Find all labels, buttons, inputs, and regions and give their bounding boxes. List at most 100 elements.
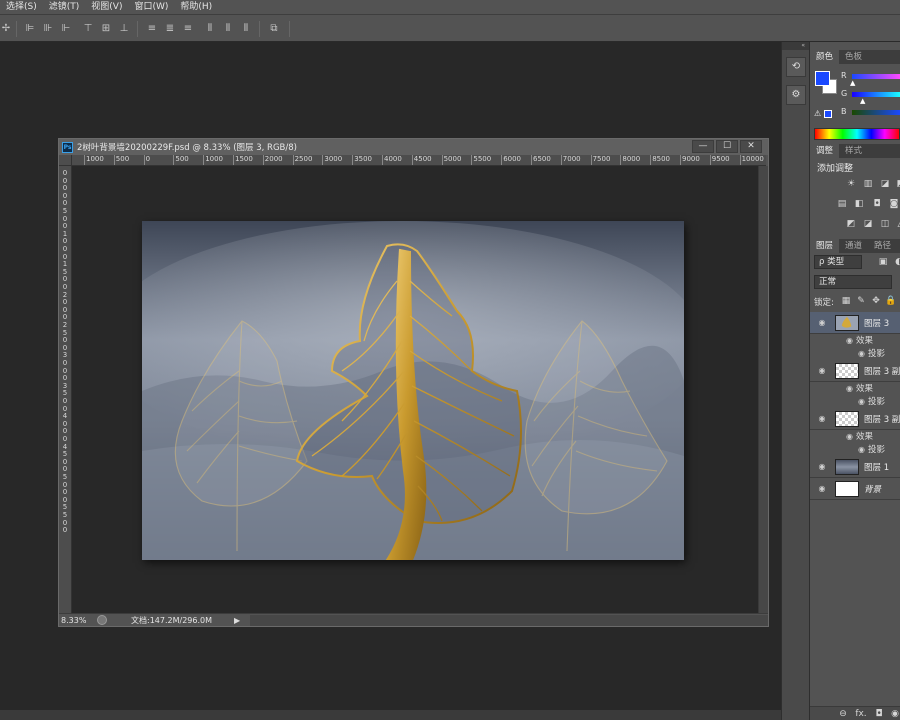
- exposure-icon[interactable]: ◩: [894, 178, 900, 190]
- add-mask-icon[interactable]: ◘: [872, 708, 886, 720]
- levels-icon[interactable]: ▥: [861, 178, 875, 190]
- effects-row[interactable]: ◉ 效果: [810, 334, 900, 347]
- canvas-area[interactable]: [72, 166, 758, 614]
- gamut-warning-icon[interactable]: ⚠: [814, 109, 821, 118]
- artwork-image[interactable]: [142, 221, 684, 560]
- vertical-ruler[interactable]: 0000050010001500200025003000350040004500…: [59, 166, 72, 614]
- history-icon[interactable]: ⟲: [786, 57, 806, 77]
- green-slider-thumb[interactable]: ▲: [860, 98, 865, 105]
- align-right-icon[interactable]: ⊩: [60, 23, 72, 34]
- layer-row[interactable]: ◉ 图层 3 副: [810, 408, 900, 430]
- move-tool-icon[interactable]: ✢: [0, 23, 12, 34]
- brightness-icon[interactable]: ☀: [844, 178, 858, 190]
- menu-filter[interactable]: 滤镜(T): [43, 0, 86, 14]
- drop-shadow-row[interactable]: ◉ 投影: [810, 395, 900, 408]
- ruler-origin[interactable]: [59, 155, 72, 166]
- vertical-scrollbar[interactable]: [758, 166, 768, 614]
- distribute-vcenter-icon[interactable]: ≣: [164, 23, 176, 34]
- minimize-button[interactable]: —: [692, 140, 714, 153]
- zoom-level-field[interactable]: 8.33%: [61, 615, 91, 626]
- invert-icon[interactable]: ◩: [844, 218, 858, 230]
- distribute-top-icon[interactable]: ≡: [146, 23, 158, 34]
- auto-align-icon[interactable]: ⧉: [268, 23, 280, 34]
- filter-adjust-icon[interactable]: ◐: [892, 256, 900, 268]
- tab-swatches[interactable]: 色板: [839, 50, 868, 64]
- menu-help[interactable]: 帮助(H): [174, 0, 218, 14]
- align-left-icon[interactable]: ⊫: [24, 23, 36, 34]
- maximize-button[interactable]: ☐: [716, 140, 738, 153]
- visibility-eye-icon[interactable]: ◉: [817, 462, 827, 472]
- web-safe-swatch[interactable]: [824, 110, 832, 118]
- status-menu-arrow-icon[interactable]: ▶: [234, 616, 240, 625]
- layer-name[interactable]: 图层 3 副: [864, 413, 900, 425]
- lock-transparent-icon[interactable]: ▦: [839, 295, 853, 307]
- effects-eye-icon[interactable]: ◉: [846, 382, 856, 395]
- effects-row[interactable]: ◉ 效果: [810, 382, 900, 395]
- distribute-right-icon[interactable]: ⦀: [240, 23, 252, 34]
- horizontal-ruler[interactable]: 1000 500 0 500 1000 1500 2000 2500 3000 3500 4000 4…: [72, 155, 766, 166]
- drop-shadow-eye-icon[interactable]: ◉: [858, 347, 868, 360]
- align-vcenter-icon[interactable]: ⊞: [100, 23, 112, 34]
- color-balance-icon[interactable]: ◘: [870, 198, 884, 210]
- layer-row[interactable]: ◉ 图层 1: [810, 456, 900, 478]
- threshold-icon[interactable]: ◫: [878, 218, 892, 230]
- document-title-bar[interactable]: Ps 2树叶背景墙20200229F.psd @ 8.33% (图层 3, RG…: [59, 139, 768, 155]
- visibility-eye-icon[interactable]: ◉: [817, 414, 827, 424]
- horizontal-scrollbar[interactable]: [250, 614, 768, 626]
- layer-name[interactable]: 图层 1: [864, 461, 889, 473]
- effects-row[interactable]: ◉ 效果: [810, 430, 900, 443]
- red-slider[interactable]: [852, 74, 900, 79]
- tab-adjustments[interactable]: 调整: [810, 144, 840, 158]
- layer-name[interactable]: 图层 3 副: [864, 365, 900, 377]
- layer-name[interactable]: 背景: [864, 483, 881, 495]
- link-layers-icon[interactable]: ⊖: [836, 708, 850, 720]
- lock-position-icon[interactable]: ✥: [869, 295, 883, 307]
- tab-layers[interactable]: 图层: [810, 239, 840, 253]
- gradient-map-icon[interactable]: ◬: [894, 218, 900, 230]
- foreground-color-swatch[interactable]: [815, 71, 830, 86]
- close-button[interactable]: ✕: [740, 140, 762, 153]
- effects-eye-icon[interactable]: ◉: [846, 430, 856, 443]
- posterize-icon[interactable]: ◪: [861, 218, 875, 230]
- visibility-eye-icon[interactable]: ◉: [817, 366, 827, 376]
- curves-icon[interactable]: ◪: [878, 178, 892, 190]
- layer-row[interactable]: ◉ 背景: [810, 478, 900, 500]
- visibility-eye-icon[interactable]: ◉: [817, 318, 827, 328]
- blend-mode-dropdown[interactable]: 正常: [814, 275, 892, 289]
- distribute-bottom-icon[interactable]: ≡: [182, 23, 194, 34]
- filter-pixel-icon[interactable]: ▣: [876, 256, 890, 268]
- menu-window[interactable]: 窗口(W): [128, 0, 174, 14]
- effects-eye-icon[interactable]: ◉: [846, 334, 856, 347]
- visibility-eye-icon[interactable]: ◉: [817, 484, 827, 494]
- align-hcenter-icon[interactable]: ⊪: [42, 23, 54, 34]
- drop-shadow-eye-icon[interactable]: ◉: [858, 443, 868, 456]
- drop-shadow-row[interactable]: ◉ 投影: [810, 347, 900, 360]
- lock-image-icon[interactable]: ✎: [854, 295, 868, 307]
- tab-color[interactable]: 颜色: [810, 50, 840, 64]
- share-icon[interactable]: [97, 615, 107, 625]
- align-top-icon[interactable]: ⊤: [82, 23, 94, 34]
- layer-row[interactable]: ◉ 图层 3 副: [810, 360, 900, 382]
- menu-view[interactable]: 视图(V): [85, 0, 128, 14]
- menu-select[interactable]: 选择(S): [0, 0, 43, 14]
- layer-row[interactable]: ◉ 图层 3: [810, 312, 900, 334]
- layer-filter-dropdown[interactable]: ρ 类型: [814, 255, 862, 269]
- black-white-icon[interactable]: ◙: [887, 198, 900, 210]
- distribute-left-icon[interactable]: ⦀: [204, 23, 216, 34]
- vibrance-icon[interactable]: ▤: [835, 198, 849, 210]
- hue-saturation-icon[interactable]: ◧: [852, 198, 866, 210]
- red-slider-thumb[interactable]: ▲: [850, 80, 855, 87]
- distribute-hcenter-icon[interactable]: ⫴: [222, 23, 234, 34]
- tab-paths[interactable]: 路径: [868, 239, 897, 253]
- drop-shadow-eye-icon[interactable]: ◉: [858, 395, 868, 408]
- blue-slider[interactable]: [852, 110, 900, 115]
- layer-name[interactable]: 图层 3: [864, 317, 889, 329]
- align-bottom-icon[interactable]: ⊥: [118, 23, 130, 34]
- properties-icon[interactable]: ⚙: [786, 85, 806, 105]
- tab-styles[interactable]: 样式: [839, 144, 868, 158]
- collapse-panels-icon[interactable]: «: [782, 42, 809, 50]
- tab-channels[interactable]: 通道: [839, 239, 868, 253]
- lock-all-icon[interactable]: 🔒: [884, 295, 898, 307]
- color-spectrum-bar[interactable]: [814, 128, 900, 140]
- new-fill-layer-icon[interactable]: ◉: [888, 708, 900, 720]
